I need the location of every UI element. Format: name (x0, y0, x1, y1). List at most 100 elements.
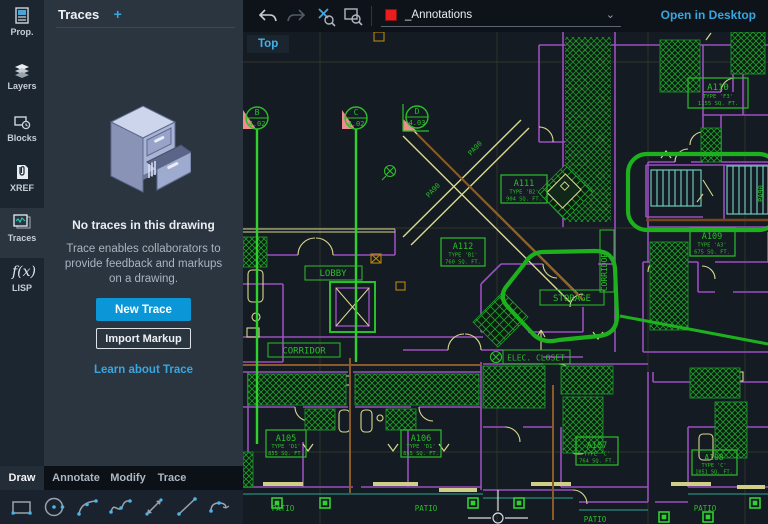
sidebar-item-lisp[interactable]: f(x) LISP (0, 258, 44, 308)
svg-text:A106: A106 (411, 434, 431, 444)
tab-modify[interactable]: Modify (106, 466, 150, 490)
sidebar-label: Blocks (0, 133, 44, 143)
room-label-A106: A106 TYPE 'D1' 855 SQ. FT. (401, 430, 441, 457)
walls (243, 32, 768, 502)
zoom-to-object-icon[interactable] (315, 5, 337, 27)
spline-tool[interactable] (108, 494, 134, 520)
sidebar-label: XREF (0, 183, 44, 193)
tab-annotate[interactable]: Annotate (48, 466, 104, 490)
annotation-layer-dropdown[interactable]: _Annotations ⌄ (381, 4, 621, 28)
svg-text:PA90: PA90 (757, 185, 765, 202)
left-sidebar: Prop. Layers Blocks XREF Traces (0, 0, 44, 466)
empty-state-description: Trace enables collaborators to provide f… (62, 242, 225, 287)
file-cabinet-illustration (99, 100, 191, 205)
tab-trace[interactable]: Trace (152, 466, 192, 490)
ribbon-tab-bar: Draw Annotate Modify Trace (0, 466, 243, 490)
svg-text:904 SQ. FT.: 904 SQ. FT. (506, 197, 542, 203)
svg-text:675 SQ. FT.: 675 SQ. FT. (694, 250, 730, 256)
draw-tools-row (0, 490, 243, 524)
elevator (330, 282, 375, 332)
sidebar-label: Prop. (0, 27, 44, 37)
svg-text:A109: A109 (702, 232, 722, 242)
grid-marker-D: D 4.03 (403, 104, 429, 131)
svg-text:PATIO: PATIO (415, 504, 438, 513)
hatch-areas (243, 32, 765, 487)
svg-text:A111: A111 (514, 179, 534, 189)
svg-text:TYPE 'B2': TYPE 'B2' (509, 190, 538, 196)
traces-panel: Traces + No traces in this drawing Trace… (44, 0, 243, 466)
viewcube-top-tab[interactable]: Top (247, 35, 289, 53)
svg-text:B: B (255, 108, 260, 117)
autocad-web-app: _Annotations ⌄ Open in Desktop Prop. Lay… (0, 0, 768, 524)
dimension-line-tool[interactable] (141, 494, 167, 520)
room-label-A111: A111 TYPE 'B2' 904 SQ. FT. (501, 175, 547, 203)
add-trace-button[interactable]: + (114, 6, 122, 22)
svg-text:TYPE 'C': TYPE 'C' (584, 452, 610, 458)
svg-text:D: D (415, 107, 420, 116)
redo-icon[interactable] (285, 5, 307, 27)
import-markup-button[interactable]: Import Markup (96, 328, 191, 349)
floor-plan-drawing: B 4.02 C 4.02 D 4.03 A110 (243, 32, 768, 524)
open-in-desktop-link[interactable]: Open in Desktop (661, 8, 756, 22)
room-label-A105: A105 TYPE 'D1' 855 SQ. FT. (266, 430, 306, 457)
svg-text:1155 SQ. FT.: 1155 SQ. FT. (698, 101, 738, 107)
layer-name: _Annotations (405, 9, 472, 21)
svg-text:CORRIDOR: CORRIDOR (600, 253, 609, 292)
sidebar-item-xref[interactable]: XREF (0, 158, 44, 208)
blocks-icon (12, 112, 32, 132)
svg-text:TYPE 'F3': TYPE 'F3' (703, 94, 733, 100)
arc-tool[interactable] (75, 494, 101, 520)
layer-color-swatch (385, 9, 397, 21)
svg-text:STORAGE: STORAGE (553, 294, 591, 304)
undo-icon[interactable] (257, 5, 279, 27)
learn-about-trace-link[interactable]: Learn about Trace (44, 364, 243, 376)
svg-text:A112: A112 (453, 242, 473, 252)
panel-divider (56, 27, 235, 28)
svg-text:A108: A108 (704, 453, 723, 462)
zoom-window-icon[interactable] (342, 5, 364, 27)
top-toolbar: _Annotations ⌄ Open in Desktop (243, 0, 768, 32)
stairs (651, 166, 768, 214)
sidebar-label: Layers (0, 81, 44, 91)
sidebar-item-traces[interactable]: Traces (0, 208, 44, 258)
new-trace-button[interactable]: New Trace (96, 298, 191, 321)
svg-text:A107: A107 (587, 441, 607, 451)
drawing-canvas[interactable]: Top (243, 32, 768, 524)
svg-text:764 SQ. FT.: 764 SQ. FT. (579, 459, 615, 465)
svg-text:CORRIDOR: CORRIDOR (282, 347, 326, 357)
sidebar-item-blocks[interactable]: Blocks (0, 108, 44, 158)
svg-text:A105: A105 (276, 434, 296, 444)
svg-text:TYPE 'C': TYPE 'C' (702, 463, 727, 469)
svg-text:ELEC. CLOSET: ELEC. CLOSET (507, 354, 565, 363)
trace-markup-loops (503, 154, 768, 341)
rectangle-tool[interactable] (9, 494, 35, 520)
chevron-down-icon: ⌄ (606, 8, 615, 21)
svg-text:PA90: PA90 (425, 182, 442, 200)
sidebar-item-layers[interactable]: Layers (0, 56, 44, 106)
svg-text:4.02: 4.02 (348, 120, 365, 128)
arc-continue-tool[interactable] (207, 494, 233, 520)
tab-draw[interactable]: Draw (0, 466, 44, 490)
circle-tool[interactable] (42, 494, 68, 520)
svg-text:TYPE 'A3': TYPE 'A3' (697, 243, 726, 249)
svg-text:TYPE 'D1': TYPE 'D1' (271, 444, 300, 450)
sidebar-label: LISP (0, 283, 44, 293)
grid-marker-C: C 4.02 (342, 107, 367, 129)
svg-text:A110: A110 (707, 83, 729, 93)
line-tool[interactable] (174, 494, 200, 520)
svg-text:TYPE 'B1': TYPE 'B1' (448, 253, 477, 259)
svg-text:760 SQ. FT.: 760 SQ. FT. (445, 260, 481, 266)
properties-icon (12, 6, 32, 26)
grid-marker-B: B 4.02 (243, 107, 268, 129)
xref-icon (12, 162, 32, 182)
svg-text:TYPE 'D1': TYPE 'D1' (406, 444, 435, 450)
svg-text:4.03: 4.03 (409, 119, 426, 127)
svg-text:LOBBY: LOBBY (319, 269, 347, 279)
svg-text:PATIO: PATIO (584, 515, 607, 524)
sidebar-item-properties[interactable]: Prop. (0, 2, 44, 52)
empty-state-title: No traces in this drawing (44, 218, 243, 232)
svg-text:PA90: PA90 (467, 140, 484, 158)
traces-icon (12, 212, 32, 232)
svg-text:855 SQ. FT.: 855 SQ. FT. (403, 451, 439, 457)
dropdown-underline (381, 26, 621, 27)
